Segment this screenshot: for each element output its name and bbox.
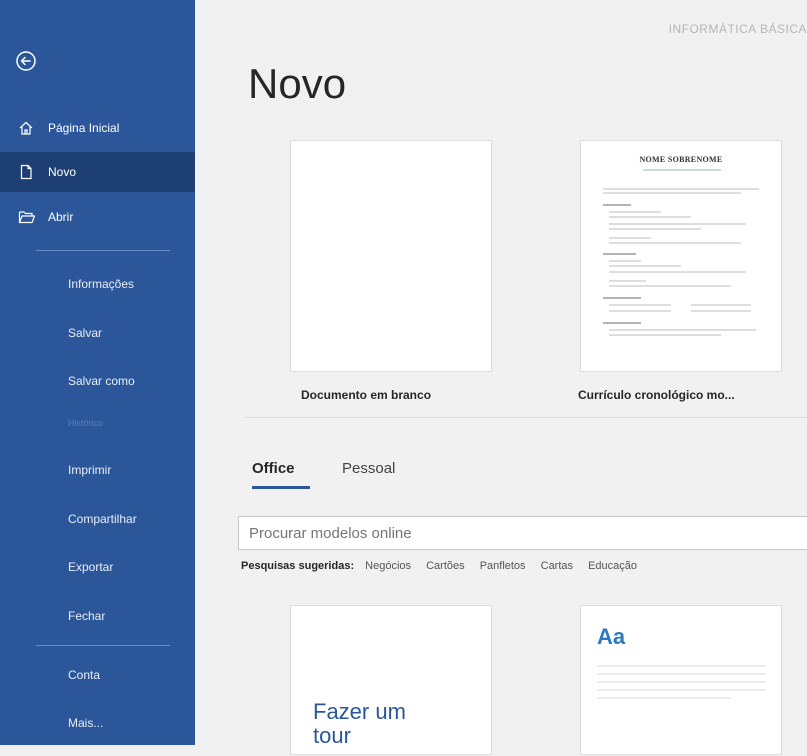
nav-item-home[interactable]: Página Inicial — [0, 108, 195, 148]
nav-item-info[interactable]: Informações — [68, 277, 134, 291]
nav-item-more[interactable]: Mais... — [68, 716, 103, 730]
template-blank-document[interactable] — [290, 140, 492, 372]
suggested-link-letters[interactable]: Cartas — [541, 560, 573, 572]
open-folder-icon — [18, 209, 48, 225]
template-take-tour[interactable]: Fazer um tour — [290, 605, 492, 755]
suggested-link-flyers[interactable]: Panfletos — [480, 560, 526, 572]
nav-item-new[interactable]: Novo — [0, 152, 195, 192]
main-pane: INFORMÁTICA BÁSICA Novo Documento em bra… — [195, 0, 807, 755]
back-button[interactable] — [14, 47, 42, 75]
new-document-icon — [18, 164, 48, 180]
suggested-link-business[interactable]: Negócios — [365, 560, 411, 572]
nav-item-new-label: Novo — [48, 165, 77, 179]
template-resume-label: Currículo cronológico mo... — [578, 388, 735, 402]
tour-text: Fazer um tour — [313, 700, 406, 748]
template-styles[interactable]: Aa — [580, 605, 782, 755]
search-templates-input[interactable] — [238, 516, 807, 550]
nav-item-print[interactable]: Imprimir — [68, 463, 111, 477]
nav-item-open-label: Abrir — [48, 210, 74, 224]
tour-text-line2: tour — [313, 723, 351, 748]
nav-item-export[interactable]: Exportar — [68, 560, 113, 574]
nav-item-history: Histórico — [68, 418, 104, 428]
nav-item-home-label: Página Inicial — [48, 121, 120, 135]
nav-item-account[interactable]: Conta — [68, 668, 100, 682]
sidebar-divider — [36, 645, 170, 646]
nav-item-close[interactable]: Fechar — [68, 609, 105, 623]
suggested-link-education[interactable]: Educação — [588, 560, 637, 572]
tab-office[interactable]: Office — [252, 460, 295, 477]
nav-item-share[interactable]: Compartilhar — [68, 512, 137, 526]
suggested-link-cards[interactable]: Cartões — [426, 560, 465, 572]
styles-preview-lines — [597, 665, 766, 699]
tab-personal[interactable]: Pessoal — [342, 460, 395, 477]
backstage-sidebar: Página Inicial Novo Abrir Informações Sa… — [0, 0, 195, 745]
suggested-searches: Pesquisas sugeridas: Negócios Cartões Pa… — [241, 560, 649, 572]
document-title: INFORMÁTICA BÁSICA — [668, 22, 807, 36]
template-blank-label: Documento em branco — [301, 388, 432, 402]
section-divider — [245, 417, 807, 418]
tour-text-line1: Fazer um — [313, 699, 406, 724]
home-icon — [18, 120, 48, 136]
template-resume[interactable]: NOME SOBRENOME — [580, 140, 782, 372]
page-title: Novo — [248, 60, 347, 107]
tab-active-indicator — [252, 486, 310, 489]
nav-item-open[interactable]: Abrir — [0, 197, 195, 237]
suggested-searches-label: Pesquisas sugeridas: — [241, 560, 355, 572]
sidebar-divider — [36, 250, 170, 251]
nav-item-save[interactable]: Salvar — [68, 326, 102, 340]
resume-preview-lines — [603, 169, 759, 336]
nav-item-save-as[interactable]: Salvar como — [68, 374, 135, 388]
back-arrow-icon — [16, 51, 36, 71]
